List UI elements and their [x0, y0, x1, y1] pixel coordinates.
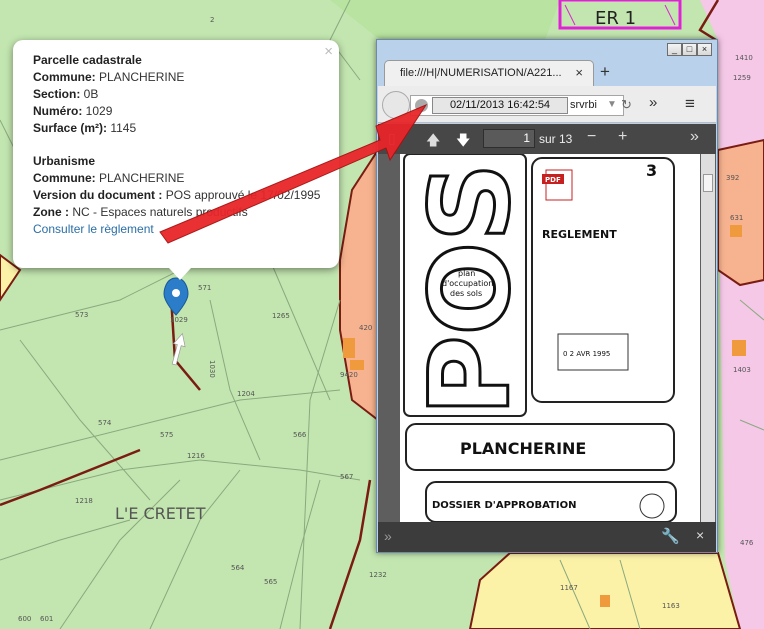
annotation-arrow-icon [159, 103, 428, 244]
